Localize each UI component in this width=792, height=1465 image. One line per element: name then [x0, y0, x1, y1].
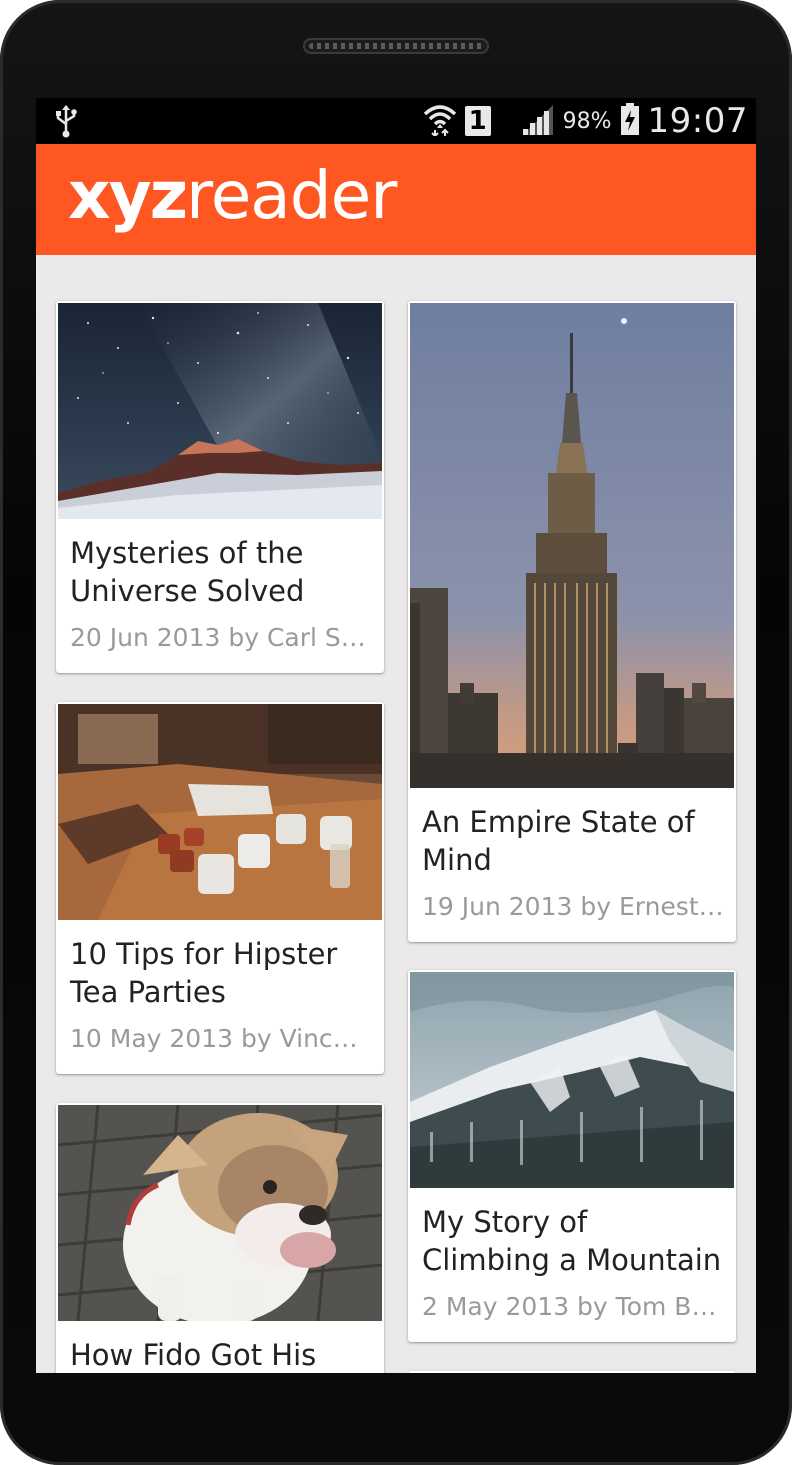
article-meta: 10 May 2013 by Vincent van Gogh	[70, 1024, 372, 1053]
article-image	[58, 1105, 382, 1321]
article-card[interactable]: My Story of Climbing a Mountain 2 May 20…	[408, 970, 736, 1342]
article-image	[58, 704, 382, 920]
article-card[interactable]: How Fido Got His	[56, 1103, 384, 1373]
article-image	[410, 972, 734, 1188]
article-card[interactable]: Mysteries of the Universe Solved 20 Jun …	[56, 301, 384, 673]
article-meta: 2 May 2013 by Tom Brokaw	[422, 1292, 724, 1321]
screen: 1 98% 19:07 xyzreader Mysteries of the U…	[36, 98, 756, 1373]
battery-percent: 98%	[562, 108, 612, 134]
logo-bold: xyz	[68, 157, 188, 234]
article-card[interactable]: 10 Tips for Hipster Tea Parties 10 May 2…	[56, 702, 384, 1074]
usb-icon	[54, 104, 78, 142]
article-title: My Story of Climbing a Mountain	[422, 1205, 722, 1277]
article-title: 10 Tips for Hipster Tea Parties	[70, 937, 338, 1009]
article-card[interactable]: An Empire State of Mind 19 Jun 2013 by E…	[408, 301, 736, 942]
article-title: How Fido Got His	[70, 1338, 317, 1372]
sim-icon: 1	[464, 106, 491, 136]
status-bar: 1 98% 19:07	[36, 98, 756, 144]
wifi-icon	[423, 102, 457, 140]
phone-frame: 1 98% 19:07 xyzreader Mysteries of the U…	[0, 0, 792, 1465]
battery-charging-icon	[620, 103, 640, 139]
article-grid[interactable]: Mysteries of the Universe Solved 20 Jun …	[36, 255, 756, 1373]
app-logo: xyzreader	[68, 157, 397, 234]
article-image	[58, 303, 382, 519]
article-meta: 19 Jun 2013 by Ernest Hemingway	[422, 892, 724, 921]
clock: 19:07	[647, 101, 748, 141]
article-title: An Empire State of Mind	[422, 805, 695, 877]
logo-light: reader	[186, 157, 397, 234]
article-title: Mysteries of the Universe Solved	[70, 536, 305, 608]
earpiece-speaker	[303, 38, 489, 54]
article-meta: 20 Jun 2013 by Carl Sagan	[70, 623, 372, 652]
bottom-bezel	[0, 1373, 792, 1465]
app-bar: xyzreader	[36, 144, 756, 255]
article-image	[410, 303, 734, 788]
signal-icon	[521, 103, 555, 139]
